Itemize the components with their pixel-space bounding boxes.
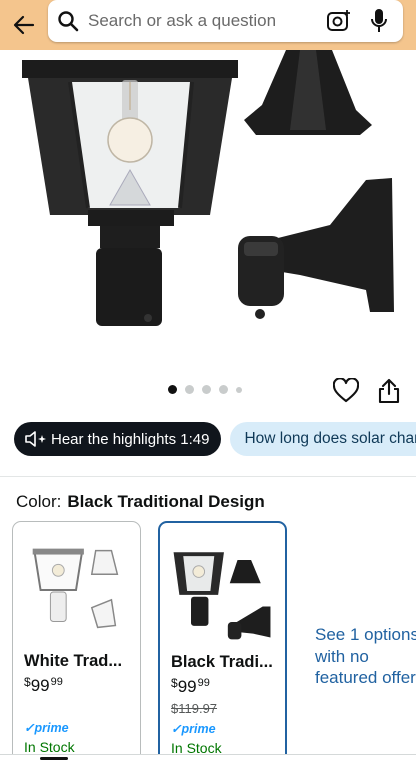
price-fraction: 99 [50, 676, 63, 688]
microphone-icon[interactable] [367, 7, 391, 35]
back-button[interactable] [2, 3, 46, 47]
variant-card-black[interactable]: Black Tradi... $9999 $119.97 ✓prime In S… [158, 521, 287, 769]
price-currency: $ [24, 675, 31, 689]
variant-price: $9999 [24, 675, 63, 696]
speaker-sparkle-icon [25, 431, 46, 447]
camera-icon[interactable] [325, 7, 353, 35]
share-icon [378, 378, 400, 404]
list-price: $119.97 [171, 701, 218, 716]
see-options-link[interactable]: See 1 options with no featured offers [315, 624, 416, 689]
lamp-cap-piece [244, 50, 372, 135]
search-placeholder: Search or ask a question [88, 11, 277, 30]
stock-status: In Stock [24, 739, 75, 755]
variant-card-white[interactable]: White Trad... $9999 ✓prime In Stock [12, 521, 141, 769]
variant-thumbnail-white [32, 548, 119, 629]
arrow-left-icon [13, 15, 35, 35]
price-whole: 99 [177, 677, 197, 696]
color-label: Color: [16, 492, 62, 511]
suggestion-pill-row: Hear the highlights 1:49 How long does s… [14, 422, 416, 456]
search-input[interactable]: Search or ask a question [48, 0, 403, 42]
product-page: Search or ask a question Hear the highli… [0, 0, 416, 769]
top-header: Search or ask a question [0, 0, 416, 50]
prime-label: prime [34, 721, 69, 735]
variant-title: White Trad... [24, 652, 123, 670]
product-image[interactable] [0, 50, 416, 370]
lantern-post-lamp [22, 60, 238, 326]
heart-icon [332, 377, 360, 403]
lamp-product-photo [22, 50, 394, 326]
carousel-dot-1[interactable] [168, 385, 177, 394]
price-currency: $ [171, 676, 178, 690]
variant-price: $9999 [171, 676, 210, 697]
image-carousel-dots[interactable] [168, 385, 242, 394]
carousel-dot-4[interactable] [219, 385, 228, 394]
carousel-dot-5[interactable] [236, 386, 242, 393]
price-whole: 99 [30, 676, 50, 695]
prime-label: prime [181, 722, 216, 736]
variant-title: Black Tradi... [171, 653, 273, 671]
hear-highlights-button[interactable]: Hear the highlights 1:49 [14, 422, 222, 456]
prime-badge: ✓prime [171, 722, 216, 736]
price-fraction: 99 [197, 677, 210, 689]
share-button[interactable] [377, 378, 401, 404]
active-tab-indicator [40, 757, 68, 760]
wall-bracket-piece [238, 178, 394, 319]
add-to-list-button[interactable] [332, 377, 360, 404]
search-icon [56, 9, 80, 33]
color-value: Black Traditional Design [67, 492, 265, 511]
color-selector-heading: Color: Black Traditional Design [16, 492, 265, 512]
hear-highlights-label: Hear the highlights 1:49 [51, 430, 210, 448]
question-suggestion-label: How long does solar charge last? [244, 430, 416, 447]
prime-badge: ✓prime [24, 721, 69, 735]
variant-thumbnail-black [173, 552, 271, 640]
question-suggestion-pill[interactable]: How long does solar charge last? [230, 422, 416, 456]
carousel-dot-3[interactable] [202, 385, 211, 394]
section-divider [0, 476, 416, 477]
carousel-dot-2[interactable] [185, 385, 194, 394]
bottom-nav-bar [0, 754, 416, 769]
